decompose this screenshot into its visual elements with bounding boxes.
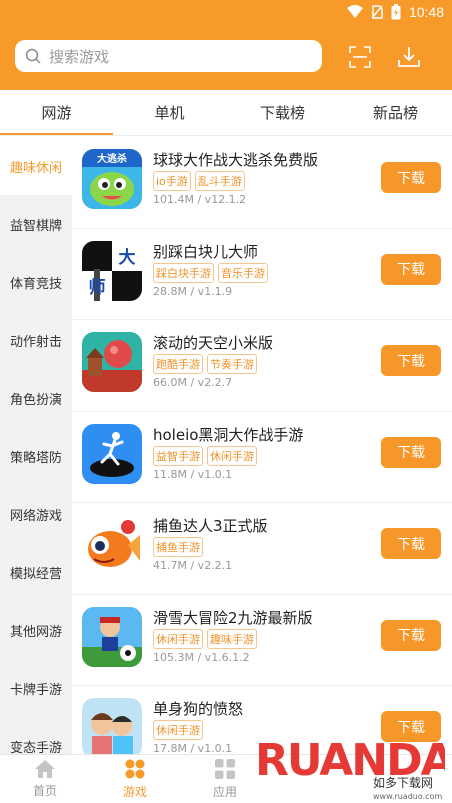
sidebar-item-casual[interactable]: 趣味休闲: [0, 137, 72, 195]
download-button[interactable]: 下载: [381, 253, 441, 285]
game-size-version: 11.8M / v1.0.1: [153, 467, 233, 481]
tab-new-ranking[interactable]: 新品榜: [339, 90, 452, 135]
game-thumbnail: [82, 423, 142, 484]
list-item[interactable]: 大逃杀 球球大作战大逃杀免费版 io手游 乱斗手游 101.4M / v12.1…: [72, 137, 452, 229]
status-time: 10:48: [408, 4, 444, 20]
game-tags: io手游 乱斗手游: [153, 171, 245, 191]
sidebar-item-sports[interactable]: 体育竞技: [0, 253, 72, 311]
game-tags: 跑酷手游 节奏手游: [153, 354, 257, 374]
game-title: 滚动的天空小米版: [153, 334, 274, 352]
game-thumbnail: 大逃杀: [82, 149, 142, 209]
sidebar-item-action-shooter[interactable]: 动作射击: [0, 311, 72, 369]
list-item[interactable]: 滑雪大冒险2九游最新版 休闲手游 趣味手游 105.3M / v1.6.1.2 …: [72, 595, 452, 686]
thumb-title-text: 大逃杀: [97, 152, 127, 165]
sidebar-item-puzzle-board[interactable]: 益智棋牌: [0, 195, 72, 253]
game-size-version: 28.8M / v1.1.9: [153, 284, 233, 298]
search-placeholder: 搜索游戏: [49, 47, 110, 66]
no-sim-icon: [371, 5, 383, 19]
status-bar: 10:48: [0, 0, 452, 26]
game-title: 单身狗的愤怒: [153, 700, 244, 718]
game-tag: 休闲手游: [207, 445, 257, 466]
games-icon: [125, 759, 145, 779]
category-tabs: 网游 单机 下载榜 新品榜: [0, 90, 452, 136]
search-icon: [25, 48, 41, 64]
game-tag: 乱斗手游: [194, 171, 245, 191]
list-item[interactable]: 捕鱼达人3正式版 捕鱼手游 41.7M / v2.2.1 下载: [72, 503, 452, 595]
tab-download-ranking[interactable]: 下载榜: [226, 90, 339, 135]
home-icon: [35, 760, 55, 778]
download-button[interactable]: 下载: [381, 619, 441, 651]
list-item[interactable]: holeio黑洞大作战手游 益智手游 休闲手游 11.8M / v1.0.1 下…: [72, 412, 452, 503]
battery-icon: [391, 4, 401, 20]
game-title: 别踩白块儿大师: [153, 242, 259, 261]
genre-sidebar: 趣味休闲 益智棋牌 体育竞技 动作射击 角色扮演 策略塔防 网络游戏 模拟经营 …: [0, 137, 72, 754]
sidebar-item-simulation[interactable]: 模拟经营: [0, 543, 72, 601]
game-tag: 捕鱼手游: [153, 537, 203, 557]
game-title: 捕鱼达人3正式版: [153, 517, 268, 535]
search-input[interactable]: 搜索游戏: [15, 40, 322, 72]
download-manager-button[interactable]: [396, 44, 422, 70]
sidebar-item-card[interactable]: 卡牌手游: [0, 659, 72, 717]
app-header: 10:48 搜索游戏: [0, 0, 452, 90]
sidebar-item-modded[interactable]: 变态手游: [0, 717, 72, 755]
game-thumbnail: 大 师: [82, 240, 142, 301]
scan-button[interactable]: [347, 44, 373, 70]
download-button[interactable]: 下载: [381, 436, 441, 468]
game-tags: 益智手游 休闲手游: [153, 445, 257, 466]
scan-icon: [349, 46, 371, 68]
game-size-version: 101.4M / v12.1.2: [153, 193, 247, 206]
game-tag: 休闲手游: [153, 628, 203, 649]
game-size-version: 17.8M / v1.0.1: [153, 742, 233, 754]
game-tag: 节奏手游: [207, 354, 257, 374]
watermark-logo: RUANDAO 如多下载网 www.ruaduo.com: [255, 723, 452, 803]
game-tag: 音乐手游: [218, 262, 268, 283]
sidebar-item-online[interactable]: 网络游戏: [0, 485, 72, 543]
download-button[interactable]: 下载: [381, 528, 441, 559]
game-size-version: 41.7M / v2.2.1: [153, 559, 233, 572]
game-thumbnail: [82, 332, 142, 392]
game-tag: 趣味手游: [207, 628, 257, 649]
nav-apps-label: 应用: [212, 785, 237, 799]
sidebar-item-other[interactable]: 其他网游: [0, 601, 72, 659]
game-tags: 休闲手游: [153, 720, 203, 740]
nav-home[interactable]: 首页: [0, 755, 90, 803]
download-button[interactable]: 下载: [381, 345, 441, 376]
game-size-version: 66.0M / v2.2.7: [153, 376, 233, 389]
game-title: 滑雪大冒险2九游最新版: [153, 608, 313, 627]
watermark-cn: 如多下载网: [373, 775, 433, 790]
game-tags: 捕鱼手游: [153, 537, 203, 557]
sidebar-item-rpg[interactable]: 角色扮演: [0, 369, 72, 427]
game-tag: 踩白块手游: [153, 262, 214, 283]
download-icon: [398, 47, 420, 67]
nav-games[interactable]: 游戏: [90, 755, 180, 803]
list-item[interactable]: 大 师 别踩白块儿大师 踩白块手游 音乐手游 28.8M / v1.1.9 下载: [72, 229, 452, 320]
game-title: 球球大作战大逃杀免费版: [153, 151, 319, 169]
game-thumbnail: [82, 606, 142, 667]
apps-icon: [215, 759, 235, 779]
download-button[interactable]: 下载: [381, 162, 441, 193]
game-tag: io手游: [153, 171, 191, 191]
game-thumbnail: [82, 515, 142, 575]
game-tag: 休闲手游: [153, 720, 203, 740]
game-tag: 跑酷手游: [153, 354, 203, 374]
game-size-version: 105.3M / v1.6.1.2: [153, 650, 250, 664]
nav-home-label: 首页: [32, 784, 57, 798]
watermark-url: www.ruaduo.com: [373, 792, 442, 801]
tab-single-player[interactable]: 单机: [113, 90, 226, 135]
thumb-char-b: 师: [89, 277, 106, 298]
game-thumbnail: [82, 698, 142, 754]
tab-online-games[interactable]: 网游: [0, 90, 113, 135]
list-item[interactable]: 滚动的天空小米版 跑酷手游 节奏手游 66.0M / v2.2.7 下载: [72, 320, 452, 412]
game-tag: 益智手游: [153, 445, 203, 466]
wifi-icon: [346, 5, 363, 18]
nav-games-label: 游戏: [122, 785, 147, 799]
game-list: 大逃杀 球球大作战大逃杀免费版 io手游 乱斗手游 101.4M / v12.1…: [72, 137, 452, 754]
game-tags: 休闲手游 趣味手游: [153, 628, 257, 649]
thumb-char-a: 大: [119, 247, 136, 268]
sidebar-item-strategy[interactable]: 策略塔防: [0, 427, 72, 485]
game-tags: 踩白块手游 音乐手游: [153, 262, 268, 283]
game-title: holeio黑洞大作战手游: [153, 425, 304, 444]
